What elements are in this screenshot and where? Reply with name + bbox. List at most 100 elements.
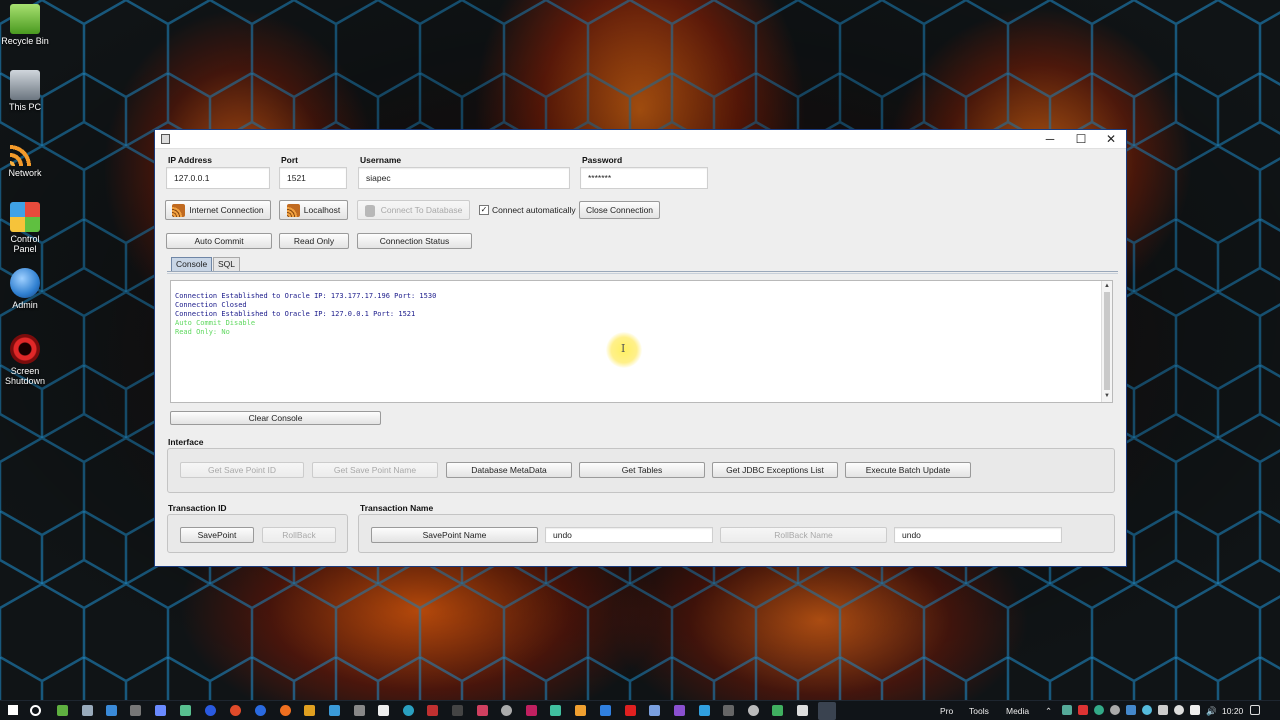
tray-icon[interactable] xyxy=(1158,705,1168,715)
tray-icon[interactable] xyxy=(1110,705,1120,715)
rss-icon xyxy=(286,204,300,218)
desktop-icon-admin[interactable]: Admin xyxy=(0,268,50,310)
taskbar-app-icon[interactable] xyxy=(427,705,438,716)
taskbar-app-icon[interactable] xyxy=(797,705,808,716)
taskbar-app-icon[interactable] xyxy=(575,705,586,716)
taskbar-app-icon[interactable] xyxy=(329,705,340,716)
taskbar-app-icon[interactable] xyxy=(180,705,191,716)
password-input[interactable]: ******* xyxy=(580,167,708,189)
scrollbar-thumb[interactable] xyxy=(1104,292,1110,390)
get-save-point-name-button[interactable]: Get Save Point Name xyxy=(312,462,438,478)
get-tables-button[interactable]: Get Tables xyxy=(579,462,705,478)
taskbar-app-icon[interactable] xyxy=(403,705,414,716)
get-jdbc-exceptions-list-button[interactable]: Get JDBC Exceptions List xyxy=(712,462,838,478)
desktop-icon-this-pc[interactable]: This PC xyxy=(0,70,50,112)
database-metadata-button[interactable]: Database MetaData xyxy=(446,462,572,478)
taskbar-app-icon[interactable] xyxy=(82,705,93,716)
taskbar-app-icon[interactable] xyxy=(772,705,783,716)
network-icon[interactable] xyxy=(1190,705,1200,715)
clock[interactable]: 10:20 xyxy=(1222,706,1243,716)
console-output[interactable]: Connection Established to Oracle IP: 173… xyxy=(170,280,1113,403)
taskbar-app-icon[interactable] xyxy=(600,705,611,716)
taskbar-app-icon[interactable] xyxy=(699,705,710,716)
taskbar-app-icon[interactable] xyxy=(304,705,315,716)
taskbar-app-icon[interactable] xyxy=(748,705,759,716)
computer-icon xyxy=(10,70,40,100)
taskbar-app-icon[interactable] xyxy=(526,705,537,716)
taskbar-app-icon[interactable] xyxy=(723,705,734,716)
port-input[interactable]: 1521 xyxy=(279,167,347,189)
scroll-up-icon[interactable]: ▲ xyxy=(1102,281,1112,291)
tray-icon[interactable] xyxy=(1126,705,1136,715)
notification-icon[interactable] xyxy=(1250,705,1260,715)
tray-icon[interactable] xyxy=(1094,705,1104,715)
clear-console-button[interactable]: Clear Console xyxy=(170,411,381,425)
desktop-icon-label: Screen Shutdown xyxy=(4,366,46,386)
taskbar-app-icon[interactable] xyxy=(130,705,141,716)
execute-batch-update-button[interactable]: Execute Batch Update xyxy=(845,462,971,478)
taskbar-app-icon[interactable] xyxy=(649,705,660,716)
connect-to-database-button[interactable]: Connect To Database xyxy=(357,200,470,220)
close-window-button[interactable]: ✕ xyxy=(1096,130,1126,149)
rollback-button[interactable]: RollBack xyxy=(262,527,336,543)
taskbar-app-icon[interactable] xyxy=(155,705,166,716)
taskbar-app-icon[interactable] xyxy=(477,705,488,716)
taskbar-app-icon[interactable] xyxy=(106,705,117,716)
localhost-button[interactable]: Localhost xyxy=(279,200,348,220)
tray-chevron-icon[interactable]: ⌃ xyxy=(1045,706,1052,717)
savepoint-name-button[interactable]: SavePoint Name xyxy=(371,527,538,543)
get-save-point-id-button[interactable]: Get Save Point ID xyxy=(180,462,304,478)
search-icon[interactable] xyxy=(30,705,41,716)
tab-divider xyxy=(167,271,1118,274)
desktop-icon-recycle-bin[interactable]: Recycle Bin xyxy=(0,4,50,46)
taskbar-app-icon[interactable] xyxy=(57,705,68,716)
connect-automatically-label: Connect automatically xyxy=(492,205,576,215)
taskbar-app-icon[interactable] xyxy=(354,705,365,716)
desktop-icon-network[interactable]: Network xyxy=(0,136,50,178)
toolbar-media-label[interactable]: Media xyxy=(1006,706,1029,716)
minimize-button[interactable]: ─ xyxy=(1035,130,1065,149)
tray-icon[interactable] xyxy=(1142,705,1152,715)
maximize-button[interactable]: ☐ xyxy=(1066,130,1096,149)
desktop-icon-control-panel[interactable]: Control Panel xyxy=(0,202,50,254)
tray-icon[interactable] xyxy=(1062,705,1072,715)
savepoint-button[interactable]: SavePoint xyxy=(180,527,254,543)
taskbar-app-icon[interactable] xyxy=(255,705,266,716)
app-window: ─ ☐ ✕ IP Address 127.0.0.1 Port 1521 Use… xyxy=(154,129,1127,567)
internet-connection-button[interactable]: Internet Connection xyxy=(165,200,271,220)
tray-icon[interactable] xyxy=(1174,705,1184,715)
tab-console[interactable]: Console xyxy=(171,257,213,271)
taskbar-app-icon[interactable] xyxy=(205,705,216,716)
taskbar-app-icon[interactable] xyxy=(452,705,463,716)
scroll-down-icon[interactable]: ▼ xyxy=(1102,391,1112,401)
firefox-icon[interactable] xyxy=(280,705,291,716)
savepoint-name-input[interactable]: undo xyxy=(545,527,713,543)
toolbar-tools-label[interactable]: Tools xyxy=(969,706,989,716)
volume-icon[interactable]: 🔊 xyxy=(1206,706,1217,717)
connection-status-button[interactable]: Connection Status xyxy=(357,233,472,249)
toolbar-pro-label[interactable]: Pro xyxy=(940,706,953,716)
rollback-name-button[interactable]: RollBack Name xyxy=(720,527,887,543)
window-titlebar[interactable]: ─ ☐ ✕ xyxy=(155,130,1126,149)
ip-address-input[interactable]: 127.0.0.1 xyxy=(166,167,270,189)
active-java-app-icon[interactable] xyxy=(818,702,836,720)
windows-start-icon[interactable] xyxy=(8,705,18,715)
tray-icon[interactable] xyxy=(1078,705,1088,715)
taskbar-app-icon[interactable] xyxy=(501,705,512,716)
taskbar-app-icon[interactable] xyxy=(550,705,561,716)
transaction-name-group: SavePoint Name undo RollBack Name undo xyxy=(358,514,1115,553)
read-only-button[interactable]: Read Only xyxy=(279,233,349,249)
chrome-icon[interactable] xyxy=(230,705,241,716)
connect-automatically-checkbox[interactable]: ✓ xyxy=(479,205,489,215)
rollback-name-input[interactable]: undo xyxy=(894,527,1062,543)
auto-commit-button[interactable]: Auto Commit xyxy=(166,233,272,249)
file-icon[interactable] xyxy=(378,705,389,716)
desktop-icon-screen-shutdown[interactable]: Screen Shutdown xyxy=(0,334,50,386)
visual-studio-icon[interactable] xyxy=(674,705,685,716)
username-input[interactable]: siapec xyxy=(358,167,570,189)
rss-icon xyxy=(10,136,40,166)
close-connection-button[interactable]: Close Connection xyxy=(579,201,660,219)
console-scrollbar[interactable]: ▲ ▼ xyxy=(1101,281,1112,402)
taskbar-app-icon[interactable] xyxy=(625,705,636,716)
tab-sql[interactable]: SQL xyxy=(213,257,241,271)
